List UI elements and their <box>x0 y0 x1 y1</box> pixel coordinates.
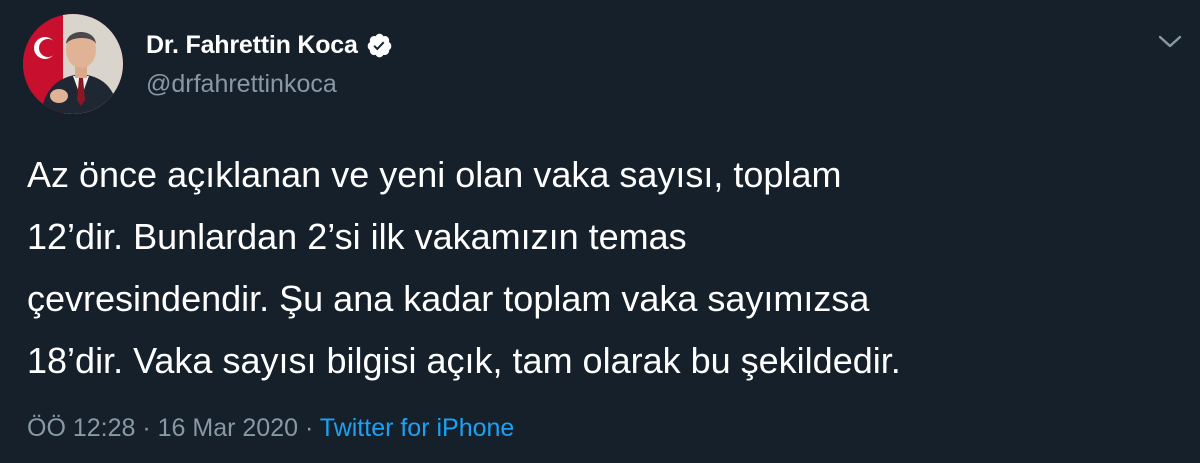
author-handle[interactable]: @drfahrettinkoca <box>146 70 337 99</box>
tweet-text: Az önce açıklanan ve yeni olan vaka sayı… <box>27 144 1177 392</box>
author-display-name[interactable]: Dr. Fahrettin Koca <box>146 31 358 60</box>
tweet-card: Dr. Fahrettin Koca @drfahrettinkoca Az ö… <box>0 0 1200 463</box>
tweet-metadata: ÖÖ 12:28 · 16 Mar 2020 · Twitter for iPh… <box>27 414 514 443</box>
tweet-date[interactable]: 16 Mar 2020 <box>158 414 298 442</box>
meta-separator: · <box>304 414 314 442</box>
tweet-text-line: 12’dir. Bunlardan 2’si ilk vakamızın tem… <box>27 216 687 257</box>
tweet-text-line: Az önce açıklanan ve yeni olan vaka sayı… <box>27 154 842 195</box>
verified-badge-icon <box>366 32 393 59</box>
tweet-source-link[interactable]: Twitter for iPhone <box>320 414 515 442</box>
meta-separator: · <box>142 414 151 442</box>
tweet-text-line: 18’dir. Vaka sayısı bilgisi açık, tam ol… <box>27 340 901 381</box>
avatar[interactable] <box>23 14 123 114</box>
tweet-menu-button[interactable] <box>1152 24 1188 60</box>
avatar-image <box>23 14 123 114</box>
author-name-row[interactable]: Dr. Fahrettin Koca <box>146 28 393 62</box>
tweet-time[interactable]: ÖÖ 12:28 <box>27 414 135 442</box>
chevron-down-icon <box>1158 35 1182 48</box>
tweet-text-line: çevresindendir. Şu ana kadar toplam vaka… <box>27 278 870 319</box>
